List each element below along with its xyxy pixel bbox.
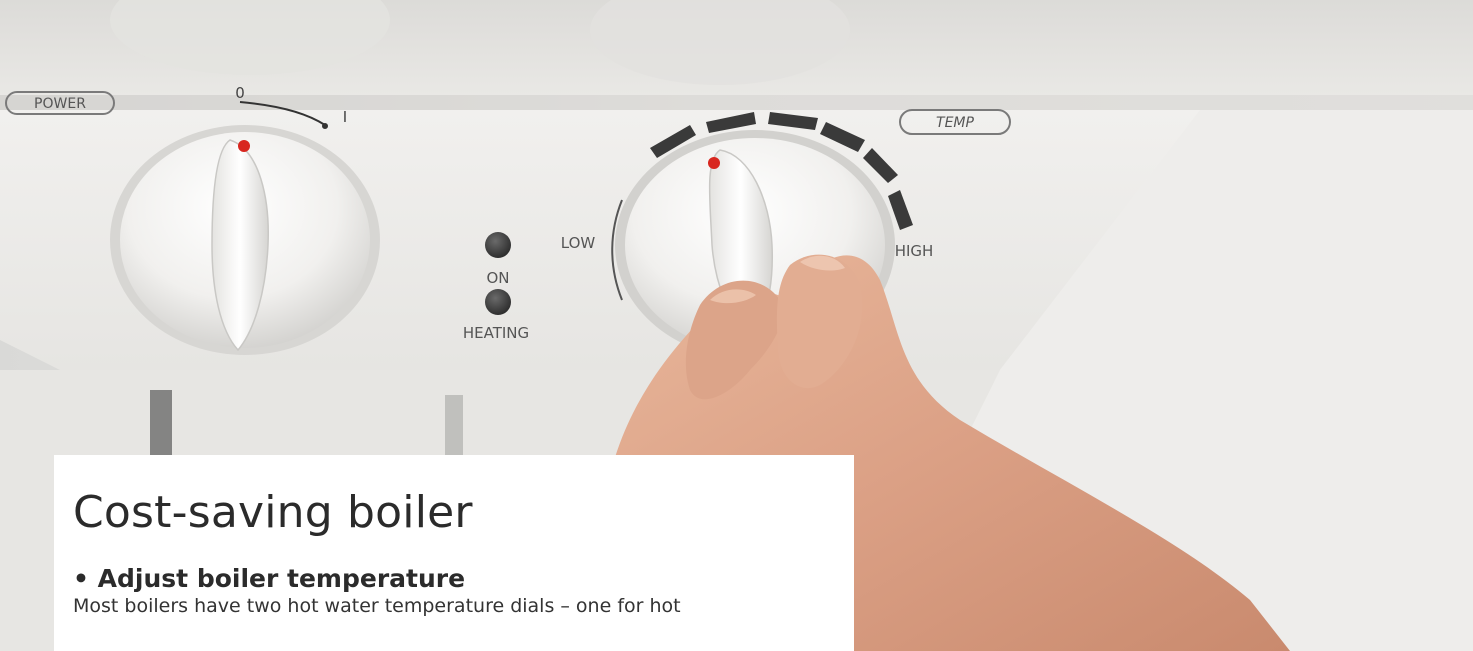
on-indicator-lamp-icon <box>485 232 511 258</box>
on-label: ON <box>486 269 509 287</box>
power-label: POWER <box>34 96 86 112</box>
heating-indicator-lamp-icon <box>485 289 511 315</box>
power-indicator-dot <box>238 140 250 152</box>
card-body-text: Most boilers have two hot water temperat… <box>73 595 681 617</box>
power-scale-zero: 0 <box>235 84 245 102</box>
low-label: LOW <box>561 234 596 252</box>
power-dial-icon[interactable] <box>110 125 380 355</box>
temperature-indicator-dot <box>708 157 720 169</box>
heating-label: HEATING <box>463 324 529 342</box>
high-label: HIGH <box>895 242 934 260</box>
power-scale-one: I <box>343 108 347 126</box>
info-card: Cost-saving boiler • Adjust boiler tempe… <box>54 455 854 651</box>
temp-label: TEMP <box>936 115 974 131</box>
card-title: Cost-saving boiler <box>73 487 473 538</box>
card-subheading: • Adjust boiler temperature <box>73 564 466 593</box>
